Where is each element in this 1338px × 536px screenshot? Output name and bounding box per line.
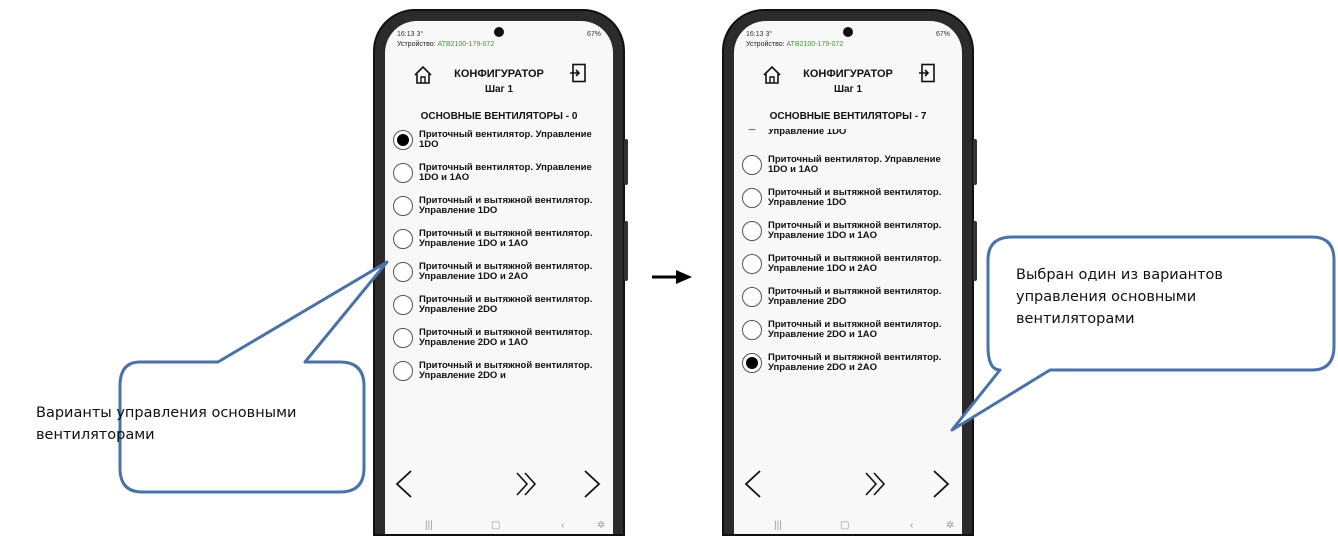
accessibility-icon[interactable]: ✲ <box>597 520 605 531</box>
option-label: Приточный вентилятор. Управление 1DO и 1… <box>419 161 592 183</box>
radio-unselected[interactable] <box>393 229 413 249</box>
system-nav-bar: ||| ▢ ‹ ✲ <box>385 520 613 534</box>
option-label: Приточный и вытяжной вентилятор. Управле… <box>768 219 942 241</box>
option-item[interactable]: Приточный и вытяжной вентилятор. Управле… <box>385 261 613 283</box>
exit-icon[interactable] <box>918 63 936 83</box>
option-item[interactable]: Приточный и вытяжной вентилятор. Управле… <box>385 327 613 349</box>
wizard-nav <box>734 467 962 503</box>
device-id: ATB2100-179-072 <box>437 41 495 48</box>
callout-left-text: Варианты управления основными вентилятор… <box>36 405 297 443</box>
option-item[interactable]: Приточный и вытяжной вентилятор. Управле… <box>734 352 962 374</box>
status-bar: 16:13 3° 67% <box>746 31 950 41</box>
phone-screen-left: 16:13 3° 67% Устройство: ATB2100-179-072… <box>385 21 613 534</box>
status-bar: 16:13 3° 67% <box>397 31 601 41</box>
option-label: Приточный и вытяжной вентилятор. Управле… <box>768 252 942 274</box>
option-label: Приточный и вытяжной вентилятор. Управле… <box>419 359 593 381</box>
option-label: Приточный и вытяжной вентилятор. Управле… <box>419 227 593 249</box>
radio-unselected[interactable] <box>742 254 762 274</box>
option-label: Приточный и вытяжной вентилятор. Управле… <box>419 194 593 216</box>
home-button-icon[interactable]: ▢ <box>491 520 500 531</box>
transition-arrow-icon <box>652 270 692 284</box>
radio-unselected[interactable] <box>742 320 762 340</box>
option-item[interactable]: Приточный и вытяжной вентилятор. Управле… <box>734 253 962 275</box>
home-button-icon[interactable]: ▢ <box>840 520 849 531</box>
device-label: Устройство: <box>397 41 436 48</box>
phone-left: 16:13 3° 67% Устройство: ATB2100-179-072… <box>373 9 628 536</box>
option-item[interactable]: Приточный и вытяжной вентилятор. Управле… <box>734 286 962 308</box>
section-title: ОСНОВНЫЕ ВЕНТИЛЯТОРЫ - 0 <box>420 111 578 122</box>
options-list[interactable]: Приточный вентилятор. Управление 1DO Прит… <box>385 129 613 459</box>
wizard-nav <box>385 467 613 503</box>
radio-unselected[interactable] <box>393 163 413 183</box>
step-label: Шаг 1 <box>833 84 863 95</box>
app-header: КОНФИГУРАТОР Шаг 1 <box>385 61 613 105</box>
option-label: Управление 1DO <box>768 129 847 137</box>
device-id: ATB2100-179-072 <box>786 41 844 48</box>
device-line: Устройство: ATB2100-179-072 <box>397 41 494 48</box>
recents-icon[interactable]: ||| <box>425 520 433 531</box>
status-battery: 67% <box>935 31 950 38</box>
skip-button[interactable] <box>513 469 539 499</box>
option-item[interactable]: Приточный и вытяжной вентилятор. Управле… <box>385 195 613 217</box>
radio-unselected[interactable] <box>393 295 413 315</box>
options-list[interactable]: Управление 1DO Приточный вентилятор. Упра… <box>734 129 962 459</box>
next-button[interactable] <box>930 469 952 499</box>
radio-unselected[interactable] <box>393 262 413 282</box>
prev-button[interactable] <box>742 469 764 499</box>
option-label: Приточный вентилятор. Управление 1DO <box>419 129 592 150</box>
option-item[interactable]: Приточный и вытяжной вентилятор. Управле… <box>385 360 613 382</box>
option-label: Приточный и вытяжной вентилятор. Управле… <box>419 293 593 315</box>
device-line: Устройство: ATB2100-179-072 <box>746 41 843 48</box>
status-time: 16:13 3° <box>397 31 424 38</box>
radio-unselected[interactable] <box>742 221 762 241</box>
status-time: 16:13 3° <box>746 31 773 38</box>
option-item[interactable]: Приточный вентилятор. Управление 1DO и 1… <box>385 162 613 184</box>
option-label: Приточный вентилятор. Управление 1DO и 1… <box>768 153 941 175</box>
option-item[interactable]: Приточный и вытяжной вентилятор. Управле… <box>734 319 962 341</box>
option-item[interactable]: Приточный и вытяжной вентилятор. Управле… <box>385 228 613 250</box>
back-icon[interactable]: ‹ <box>561 520 564 531</box>
option-label: Приточный и вытяжной вентилятор. Управле… <box>419 326 593 348</box>
radio-unselected[interactable] <box>742 155 762 175</box>
option-label: Приточный и вытяжной вентилятор. Управле… <box>419 260 593 282</box>
callout-right-text: Выбран один из вариантов управления осно… <box>1016 267 1223 327</box>
radio-selected[interactable] <box>393 130 413 150</box>
phone-screen-right: 16:13 3° 67% Устройство: ATB2100-179-072… <box>734 21 962 534</box>
section-title: ОСНОВНЫЕ ВЕНТИЛЯТОРЫ - 7 <box>769 111 927 122</box>
radio-selected[interactable] <box>742 353 762 373</box>
radio-unselected[interactable] <box>393 361 413 381</box>
radio-unselected[interactable] <box>393 196 413 216</box>
option-item[interactable]: Приточный и вытяжной вентилятор. Управле… <box>385 294 613 316</box>
radio-unselected[interactable] <box>742 287 762 307</box>
skip-button[interactable] <box>862 469 888 499</box>
option-item[interactable]: Приточный вентилятор. Управление 1DO <box>385 129 613 151</box>
phone-right: 16:13 3° 67% Устройство: ATB2100-179-072… <box>722 9 977 536</box>
status-battery: 67% <box>586 31 601 38</box>
option-label: Приточный и вытяжной вентилятор. Управле… <box>768 186 942 208</box>
back-icon[interactable]: ‹ <box>910 520 913 531</box>
accessibility-icon[interactable]: ✲ <box>946 520 954 531</box>
option-label: Приточный и вытяжной вентилятор. Управле… <box>768 285 942 307</box>
prev-button[interactable] <box>393 469 415 499</box>
option-item[interactable]: Приточный и вытяжной вентилятор. Управле… <box>734 220 962 242</box>
option-label: Приточный и вытяжной вентилятор. Управле… <box>768 351 942 373</box>
exit-icon[interactable] <box>569 63 587 83</box>
radio-unselected[interactable] <box>393 328 413 348</box>
option-item[interactable]: Приточный и вытяжной вентилятор. Управле… <box>734 187 962 209</box>
option-item[interactable]: Приточный вентилятор. Управление 1DO и 1… <box>734 154 962 176</box>
next-button[interactable] <box>581 469 603 499</box>
recents-icon[interactable]: ||| <box>774 520 782 531</box>
radio-unselected[interactable] <box>742 129 762 130</box>
callout-left-shape <box>118 260 389 494</box>
radio-unselected[interactable] <box>742 188 762 208</box>
option-label: Приточный и вытяжной вентилятор. Управле… <box>768 318 942 340</box>
device-label: Устройство: <box>746 41 785 48</box>
app-header: КОНФИГУРАТОР Шаг 1 <box>734 61 962 105</box>
step-label: Шаг 1 <box>484 84 514 95</box>
option-item[interactable]: Управление 1DO <box>734 129 962 143</box>
system-nav-bar: ||| ▢ ‹ ✲ <box>734 520 962 534</box>
